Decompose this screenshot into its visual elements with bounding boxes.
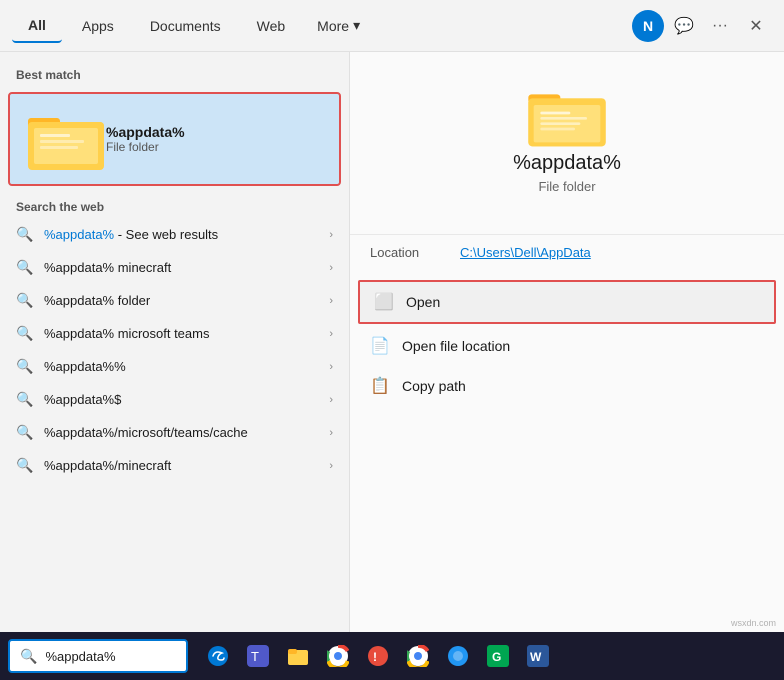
best-match-item[interactable]: %appdata% File folder — [8, 92, 341, 186]
search-result-text: %appdata% minecraft — [44, 260, 171, 275]
search-result-text: %appdata%% — [44, 359, 126, 374]
copy-icon: 📋 — [370, 376, 390, 396]
copy-path-label: Copy path — [402, 378, 466, 394]
search-icon: 🔍 — [16, 226, 34, 243]
chevron-right-icon: › — [329, 262, 333, 274]
list-item[interactable]: 🔍 %appdata% minecraft › — [0, 251, 349, 284]
chevron-right-icon: › — [329, 229, 333, 241]
file-location-icon: 📄 — [370, 336, 390, 356]
open-button[interactable]: ⬜ Open — [358, 280, 776, 324]
folder-large-icon — [527, 82, 607, 152]
tab-web[interactable]: Web — [241, 10, 302, 42]
taskbar-app-blue[interactable] — [440, 638, 476, 674]
tab-all[interactable]: All — [12, 9, 62, 43]
taskbar-search-box[interactable]: 🔍 %appdata% — [8, 639, 188, 673]
search-icon: 🔍 — [16, 424, 34, 441]
main-container: Best match %appdata% File folder Search … — [0, 52, 784, 632]
close-icon[interactable]: ✕ — [740, 10, 772, 42]
right-panel: %appdata% File folder Location C:\Users\… — [350, 52, 784, 632]
location-label: Location — [370, 245, 460, 260]
best-match-label: Best match — [0, 64, 349, 88]
search-web-label: Search the web — [0, 190, 349, 218]
search-icon: 🔍 — [16, 259, 34, 276]
best-match-text: %appdata% File folder — [106, 124, 185, 154]
more-label: More — [317, 18, 349, 34]
tab-more[interactable]: More ▾ — [305, 9, 372, 42]
open-file-location-button[interactable]: 📄 Open file location — [350, 326, 784, 366]
watermark: wsxdn.com — [731, 618, 776, 628]
search-result-text: %appdata%$ — [44, 392, 121, 407]
top-nav-bar: All Apps Documents Web More ▾ N 💬 ··· ✕ — [0, 0, 784, 52]
taskbar-chrome[interactable] — [320, 638, 356, 674]
best-match-type: File folder — [106, 140, 185, 154]
left-panel: Best match %appdata% File folder Search … — [0, 52, 350, 632]
search-icon: 🔍 — [16, 391, 34, 408]
tab-documents[interactable]: Documents — [134, 10, 237, 42]
search-result-text: %appdata% microsoft teams — [44, 326, 209, 341]
feedback-icon[interactable]: 💬 — [668, 10, 700, 42]
avatar[interactable]: N — [632, 10, 664, 42]
svg-text:!: ! — [373, 650, 377, 664]
chevron-right-icon: › — [329, 460, 333, 472]
taskbar-notification[interactable]: ! — [360, 638, 396, 674]
list-item[interactable]: 🔍 %appdata%$ › — [0, 383, 349, 416]
svg-text:W: W — [530, 650, 542, 664]
taskbar-explorer[interactable] — [280, 638, 316, 674]
list-item[interactable]: 🔍 %appdata% microsoft teams › — [0, 317, 349, 350]
chevron-right-icon: › — [329, 394, 333, 406]
location-value[interactable]: C:\Users\Dell\AppData — [460, 245, 591, 260]
search-icon: 🔍 — [16, 457, 34, 474]
list-item[interactable]: 🔍 %appdata%/minecraft › — [0, 449, 349, 482]
taskbar-edge[interactable] — [200, 638, 236, 674]
right-subtitle: File folder — [538, 179, 595, 194]
search-result-text: %appdata%/microsoft/teams/cache — [44, 425, 248, 440]
search-result-text: %appdata% - See web results — [44, 227, 218, 242]
chevron-right-icon: › — [329, 328, 333, 340]
svg-text:T: T — [251, 649, 259, 664]
search-result-text: %appdata% folder — [44, 293, 150, 308]
folder-icon — [26, 104, 106, 174]
open-file-location-label: Open file location — [402, 338, 510, 354]
location-row: Location C:\Users\Dell\AppData — [350, 234, 784, 270]
svg-text:G: G — [492, 650, 501, 664]
right-title: %appdata% — [513, 152, 621, 175]
taskbar-search-text: %appdata% — [45, 649, 115, 664]
right-detail-header: %appdata% File folder — [350, 52, 784, 234]
taskbar-search-icon: 🔍 — [20, 648, 37, 665]
open-icon: ⬜ — [374, 292, 394, 312]
action-list: ⬜ Open 📄 Open file location 📋 Copy path — [350, 278, 784, 406]
search-result-text: %appdata%/minecraft — [44, 458, 171, 473]
taskbar-teams[interactable]: T — [240, 638, 276, 674]
list-item[interactable]: 🔍 %appdata% folder › — [0, 284, 349, 317]
taskbar-word[interactable]: W — [520, 638, 556, 674]
taskbar: 🔍 %appdata% T ! G W — [0, 632, 784, 680]
copy-path-button[interactable]: 📋 Copy path — [350, 366, 784, 406]
list-item[interactable]: 🔍 %appdata% - See web results › — [0, 218, 349, 251]
search-icon: 🔍 — [16, 325, 34, 342]
taskbar-app-tray1[interactable]: G — [480, 638, 516, 674]
best-match-name: %appdata% — [106, 124, 185, 140]
open-label: Open — [406, 294, 440, 310]
list-item[interactable]: 🔍 %appdata%% › — [0, 350, 349, 383]
search-icon: 🔍 — [16, 292, 34, 309]
search-icon: 🔍 — [16, 358, 34, 375]
chevron-down-icon: ▾ — [353, 17, 360, 34]
ellipsis-menu[interactable]: ··· — [704, 10, 736, 42]
list-item[interactable]: 🔍 %appdata%/microsoft/teams/cache › — [0, 416, 349, 449]
taskbar-chrome2[interactable] — [400, 638, 436, 674]
chevron-right-icon: › — [329, 295, 333, 307]
tab-apps[interactable]: Apps — [66, 10, 130, 42]
chevron-right-icon: › — [329, 361, 333, 373]
chevron-right-icon: › — [329, 427, 333, 439]
